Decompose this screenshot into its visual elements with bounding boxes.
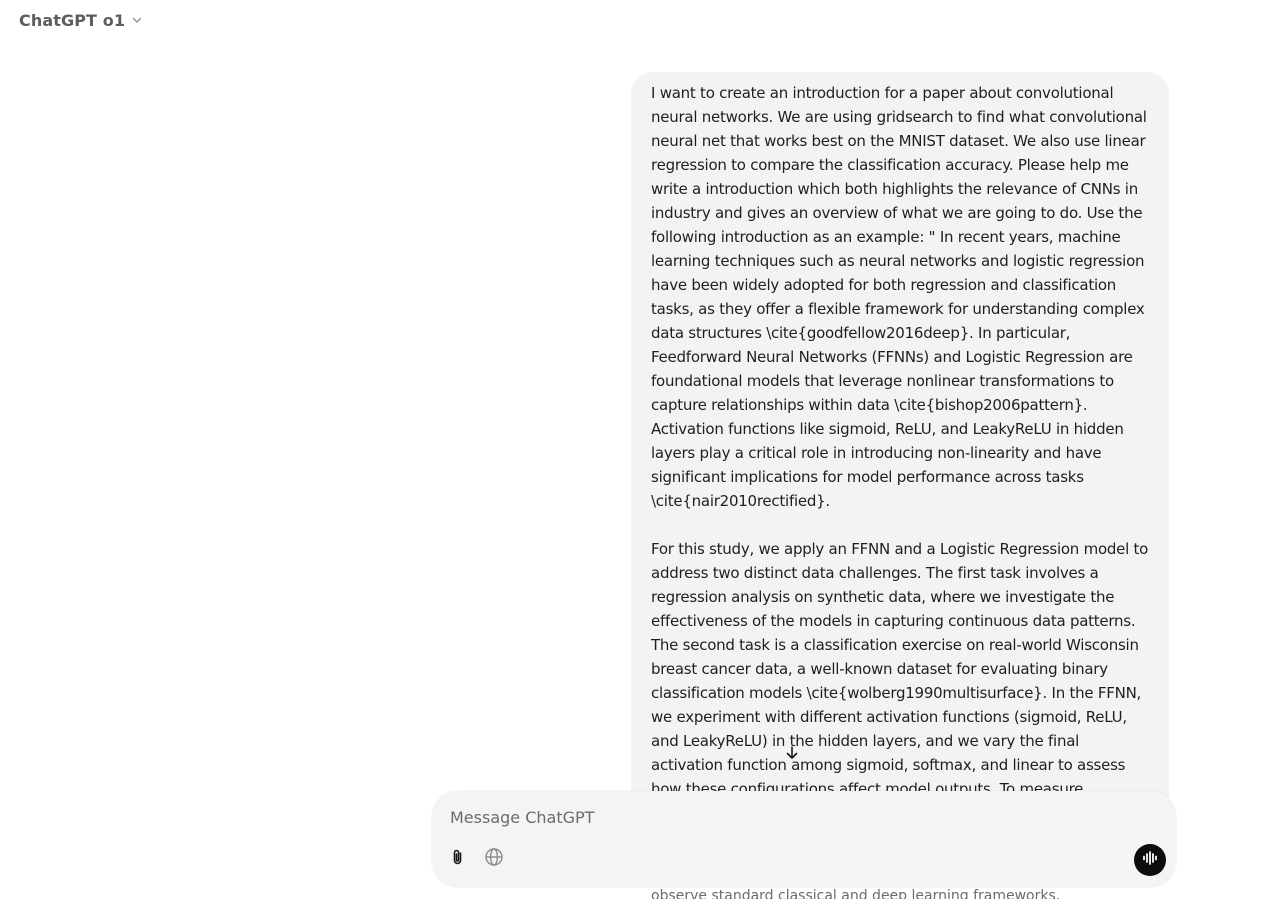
partially-hidden-text: observe standard classical and deep lear… xyxy=(651,888,1061,899)
arrow-down-icon xyxy=(783,744,801,766)
user-message-bubble: I want to create an introduction for a p… xyxy=(631,72,1169,865)
voice-waveform-icon xyxy=(1141,849,1159,871)
attach-button[interactable] xyxy=(445,846,471,872)
message-composer xyxy=(432,791,1176,887)
user-message-paragraph-2: For this study, we apply an FFNN and a L… xyxy=(651,540,1149,822)
voice-mode-button[interactable] xyxy=(1134,844,1166,876)
scroll-to-bottom-button[interactable] xyxy=(777,740,807,770)
search-web-button[interactable] xyxy=(481,846,507,872)
message-input[interactable] xyxy=(450,805,1130,829)
model-selector[interactable]: ChatGPT o1 xyxy=(10,6,152,34)
message-area: I want to create an introduction for a p… xyxy=(0,0,1267,899)
paperclip-icon xyxy=(448,847,468,871)
user-message-paragraph-1: I want to create an introduction for a p… xyxy=(651,84,1152,510)
chevron-down-icon xyxy=(131,14,143,26)
model-title: ChatGPT o1 xyxy=(19,10,126,30)
globe-icon xyxy=(484,847,504,871)
chat-page: I want to create an introduction for a p… xyxy=(0,0,1267,899)
